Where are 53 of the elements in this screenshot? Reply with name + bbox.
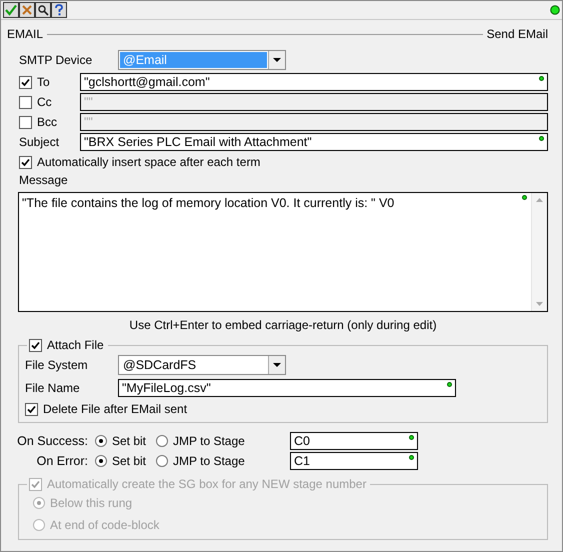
- status-dot-icon: [409, 435, 414, 440]
- status-dot-icon: [539, 76, 544, 81]
- dropdown[interactable]: @SDCardFS: [118, 355, 286, 375]
- field-label: File System: [25, 358, 89, 372]
- input-field[interactable]: "BRX Series PLC Email with Attachment": [80, 133, 548, 151]
- checkbox[interactable]: [19, 96, 32, 108]
- group-label: Automatically create the SG box for any NEW stage number: [47, 477, 366, 491]
- radio-label: Set bit: [112, 454, 148, 468]
- field-label: On Success:: [16, 434, 89, 448]
- radio-label: JMP to Stage: [173, 434, 246, 448]
- checkbox[interactable]: [19, 76, 32, 88]
- radio-label: JMP to Stage: [173, 454, 246, 468]
- instruction-name: Send EMail: [486, 27, 548, 41]
- message-field[interactable]: "The file contains the log of memory location V0. It currently is: " V0: [18, 192, 548, 312]
- checkbox[interactable]: [25, 402, 38, 416]
- ok-icon[interactable]: [3, 2, 19, 18]
- cancel-icon[interactable]: [19, 2, 35, 18]
- input-field[interactable]: "MyFileLog.csv": [118, 379, 456, 397]
- field-label: To: [37, 75, 51, 89]
- checkbox[interactable]: [19, 156, 32, 168]
- field-label: Cc: [37, 95, 53, 109]
- radio-button[interactable]: [95, 455, 107, 467]
- radio-label: At end of code-block: [50, 518, 160, 532]
- radio-label: Below this rung: [50, 496, 132, 510]
- field-label: Message: [19, 173, 68, 187]
- checkbox[interactable]: [19, 116, 32, 128]
- checkbox-label: Delete File after EMail sent: [43, 402, 188, 416]
- input-field[interactable]: "gclshortt@gmail.com": [80, 73, 548, 91]
- input-field[interactable]: C1: [290, 452, 418, 470]
- status-dot-icon: [409, 455, 414, 460]
- field-label: SMTP Device: [19, 53, 94, 67]
- radio-button[interactable]: [95, 435, 107, 447]
- radio-button[interactable]: [156, 435, 168, 447]
- status-light-icon: [550, 5, 560, 15]
- caret-icon: [273, 363, 281, 367]
- field-label: Subject: [19, 135, 60, 149]
- radio-label: Set bit: [112, 434, 148, 448]
- field-label: On Error:: [36, 454, 89, 468]
- search-icon[interactable]: [35, 2, 51, 18]
- group-label: Attach File: [47, 338, 104, 352]
- section-title: EMAIL: [7, 27, 44, 41]
- input-field[interactable]: C0: [290, 432, 418, 450]
- field-label: File Name: [25, 381, 81, 395]
- status-dot-icon: [447, 382, 452, 387]
- help-icon[interactable]: [51, 2, 67, 18]
- status-dot-icon: [539, 136, 544, 141]
- field-label: Bcc: [37, 115, 58, 129]
- status-dot-icon: [522, 195, 527, 200]
- checkbox-label: Automatically insert space after each term: [37, 155, 260, 169]
- caret-icon: [273, 58, 281, 62]
- checkbox[interactable]: [29, 338, 42, 352]
- hint-text: Use Ctrl+Enter to embed carriage-return (only during edit): [129, 318, 437, 332]
- radio-button[interactable]: [156, 455, 168, 467]
